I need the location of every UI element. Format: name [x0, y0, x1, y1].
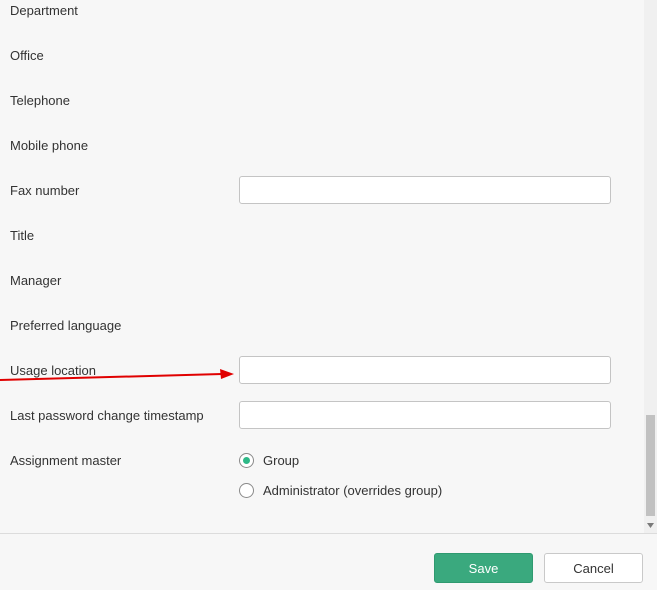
- red-arrow-icon: [0, 369, 234, 381]
- group-radio-label: Group: [263, 452, 300, 468]
- last-password-change-label: Last password change timestamp: [10, 408, 204, 423]
- save-button[interactable]: Save: [434, 553, 533, 583]
- group-radio[interactable]: [239, 452, 254, 468]
- assignment-master-label: Assignment master: [10, 453, 122, 468]
- chevron-down-icon: [647, 523, 654, 528]
- telephone-label: Telephone: [10, 93, 70, 108]
- fax-number-input[interactable]: [239, 176, 611, 204]
- administrator-radio[interactable]: [239, 482, 254, 498]
- scroll-down-button[interactable]: [644, 519, 657, 532]
- assignment-master-option-group[interactable]: Group: [239, 450, 299, 470]
- assignment-master-option-administrator[interactable]: Administrator (overrides group): [239, 480, 442, 500]
- vertical-scrollbar[interactable]: [644, 0, 657, 533]
- user-properties-form: Department Office Telephone Mobile phone…: [0, 0, 644, 533]
- mobile-phone-label: Mobile phone: [10, 138, 89, 153]
- usage-location-input[interactable]: [239, 356, 611, 384]
- scrollbar-thumb[interactable]: [646, 415, 655, 516]
- cancel-button[interactable]: Cancel: [544, 553, 643, 583]
- fax-number-label: Fax number: [10, 183, 80, 198]
- last-password-change-input[interactable]: [239, 401, 611, 429]
- administrator-radio-label: Administrator (overrides group): [263, 482, 443, 498]
- preferred-language-label: Preferred language: [10, 318, 122, 333]
- office-label: Office: [10, 48, 44, 63]
- department-label: Department: [10, 3, 78, 18]
- manager-label: Manager: [10, 273, 62, 288]
- title-label: Title: [10, 228, 35, 243]
- dialog-footer: Save Cancel: [0, 533, 657, 590]
